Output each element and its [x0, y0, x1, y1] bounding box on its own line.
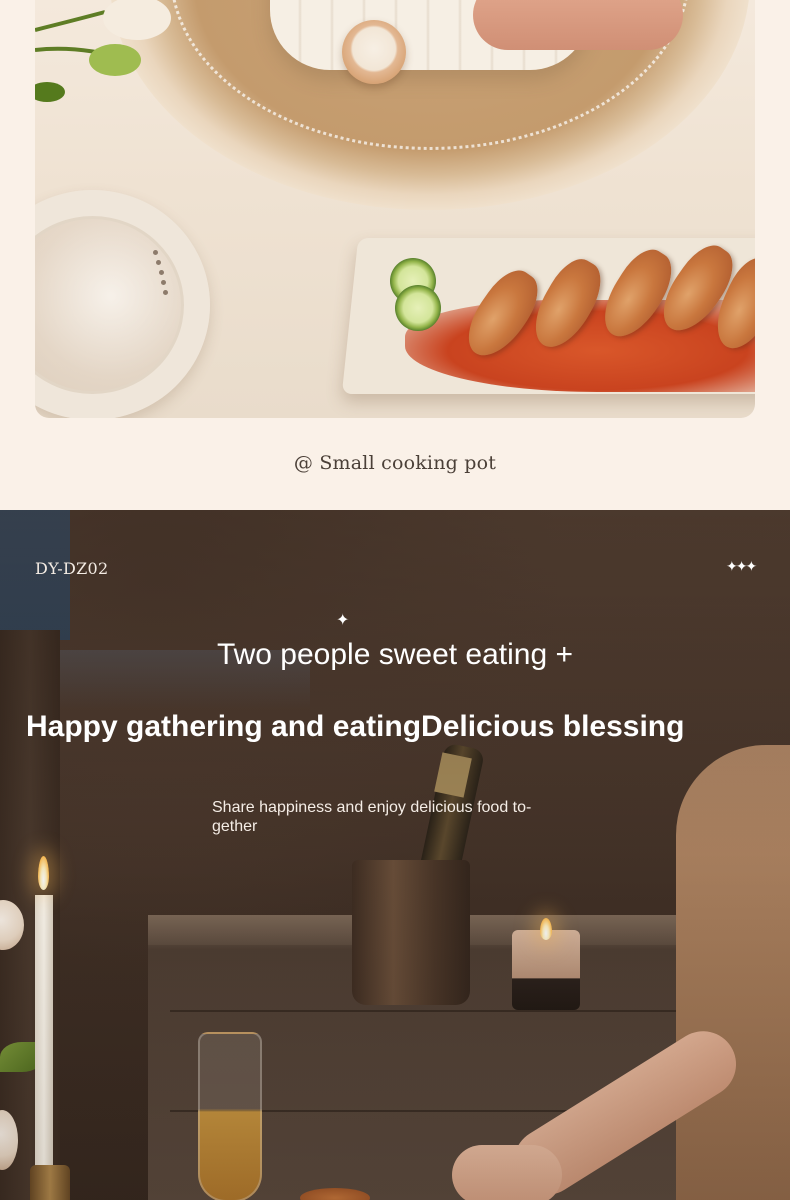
- subheadline: Happy gathering and eatingDelicious bles…: [26, 710, 685, 743]
- sparkle-icon: ✦✦✦: [726, 558, 757, 574]
- product-caption: @ Small cooking pot: [293, 452, 497, 474]
- glass-lid: [35, 190, 210, 418]
- pot-control-knob: [342, 20, 406, 84]
- lid-vent-hole: [159, 270, 164, 275]
- tagline: Share happiness and enjoy delicious food…: [212, 799, 532, 835]
- lid-vent-hole: [153, 250, 158, 255]
- sparkle-icon: ✦: [336, 612, 350, 629]
- lid-vent-hole: [161, 280, 166, 285]
- flower-decoration: [35, 0, 171, 102]
- hand-on-pot: [473, 0, 683, 50]
- cucumber-slice: [395, 285, 441, 331]
- lid-vent-hole: [156, 260, 161, 265]
- model-label: DY-DZ02: [35, 559, 109, 578]
- product-photo: [35, 0, 755, 418]
- lid-vent-hole: [163, 290, 168, 295]
- product-section: @ Small cooking pot: [0, 0, 790, 510]
- dining-scene-section: DY-DZ02 ✦✦✦ ✦ Two people sweet eating + …: [0, 510, 790, 1200]
- headline: Two people sweet eating +: [216, 638, 574, 671]
- photo-overlay: [0, 510, 790, 1200]
